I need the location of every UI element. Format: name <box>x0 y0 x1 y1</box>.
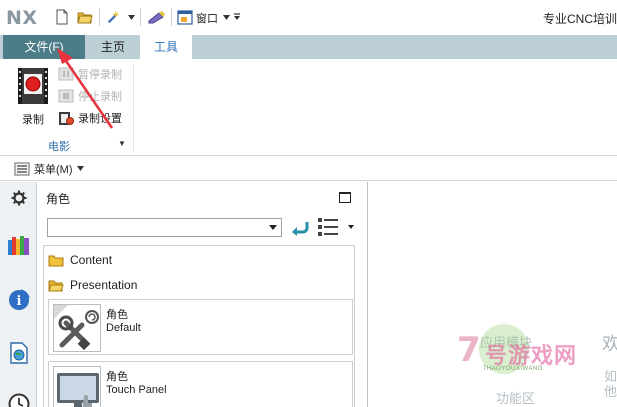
folder-content[interactable]: Content <box>48 250 112 270</box>
pencil-eraser-icon[interactable] <box>147 9 167 25</box>
resource-bar: i <box>0 182 37 407</box>
record-label: 录制 <box>22 114 44 126</box>
ribbon-panel: 录制 暂停录制 停止录制 录制设置 电影 ▼ <box>0 59 617 156</box>
recording-settings-button[interactable]: 录制设置 <box>58 109 122 127</box>
role-name: 角色 <box>106 371 128 383</box>
watermark-digit: 7 <box>457 330 481 370</box>
role-card-default[interactable]: 角色 Default <box>48 299 353 355</box>
clock-icon[interactable] <box>7 392 31 407</box>
tools-icon <box>53 304 101 352</box>
tab-tools[interactable]: 工具 <box>140 35 192 60</box>
books-icon[interactable] <box>7 233 31 257</box>
dropdown-arrow-icon[interactable] <box>126 9 136 25</box>
window-icon[interactable] <box>177 9 193 25</box>
menu-button[interactable]: 菜单(M) <box>14 161 85 177</box>
list-view-dropdown-icon[interactable] <box>348 225 354 229</box>
folder-content-label: Content <box>70 253 113 267</box>
pause-recording-label: 暂停录制 <box>78 69 122 81</box>
menu-icon <box>14 162 30 176</box>
folder-presentation-label: Presentation <box>70 278 138 292</box>
role-subtitle: Touch Panel <box>106 384 167 396</box>
record-icon <box>18 68 48 104</box>
list-view-icon[interactable] <box>317 217 339 237</box>
role-select[interactable] <box>47 218 282 237</box>
ghost-welcome-text: 欢 <box>602 334 617 354</box>
movie-group-label: 电影 <box>48 141 70 153</box>
film-settings-icon <box>59 111 74 125</box>
menu-dropdown-icon <box>76 166 84 171</box>
roles-panel: 角色 Content Presentation 角色 Default 角色 To… <box>38 182 368 407</box>
nx-logo: NX <box>6 7 38 29</box>
open-folder-icon <box>48 280 64 291</box>
watermark-small-text: 7HAOYOUXIWANG <box>483 366 543 372</box>
role-name: 角色 <box>106 309 128 321</box>
gear-icon[interactable] <box>7 186 31 210</box>
window-dropdown-icon[interactable] <box>221 9 231 25</box>
menu-bar: 菜单(M) <box>0 156 617 181</box>
watermark-logo: 7 号游戏网 7HAOYOUXIWANG <box>457 324 587 384</box>
tab-home[interactable]: 主页 <box>86 35 140 59</box>
ribbon-tab-bar: 文件(F) 主页 工具 <box>0 35 617 60</box>
ghost-function-text: 功能区 <box>496 391 536 406</box>
main-graphics-window: 应用模块 功能区 欢 如 他 7 号游戏网 7HAOYOUXIWANG <box>369 182 617 407</box>
folder-presentation[interactable]: Presentation <box>48 275 137 295</box>
tab-file[interactable]: 文件(F) <box>3 35 85 59</box>
group-launcher-icon[interactable]: ▼ <box>118 139 126 148</box>
role-list: Content Presentation 角色 Default 角色 Touch… <box>43 245 355 407</box>
role-subtitle: Default <box>106 322 141 334</box>
app-title: 专业CNC培训 <box>543 12 617 26</box>
customize-qa-icon[interactable] <box>232 9 242 25</box>
role-card-touch-panel[interactable]: 角色 Touch Panel <box>48 361 353 407</box>
window-menu-label[interactable]: 窗口 <box>196 10 218 26</box>
stop-recording-button[interactable]: 停止录制 <box>58 87 122 105</box>
stop-recording-label: 停止录制 <box>78 91 122 103</box>
stop-record-icon <box>58 89 74 103</box>
back-arrow-icon[interactable] <box>290 220 310 236</box>
open-folder-icon[interactable] <box>77 9 93 25</box>
ghost-line-2: 他 <box>604 384 617 399</box>
title-bar: NX 窗口 专业CNC培训 <box>0 0 617 35</box>
group-divider <box>133 65 134 151</box>
panel-title: 角色 <box>46 192 71 206</box>
recording-settings-label: 录制设置 <box>78 113 122 125</box>
sparkle-tools-icon[interactable] <box>106 9 122 25</box>
svg-text:i: i <box>17 294 22 309</box>
menu-label: 菜单(M) <box>34 164 73 176</box>
pause-recording-button[interactable]: 暂停录制 <box>58 65 122 83</box>
globe-doc-icon[interactable] <box>7 341 31 365</box>
record-button[interactable]: 录制 <box>14 66 52 126</box>
monitor-icon <box>53 366 101 407</box>
signal-icon[interactable]: i <box>7 288 31 312</box>
pause-record-icon <box>58 67 74 81</box>
select-arrow-icon <box>269 225 277 230</box>
new-file-icon[interactable] <box>54 9 70 25</box>
maximize-panel-icon[interactable] <box>339 192 351 203</box>
folder-icon <box>48 255 64 266</box>
